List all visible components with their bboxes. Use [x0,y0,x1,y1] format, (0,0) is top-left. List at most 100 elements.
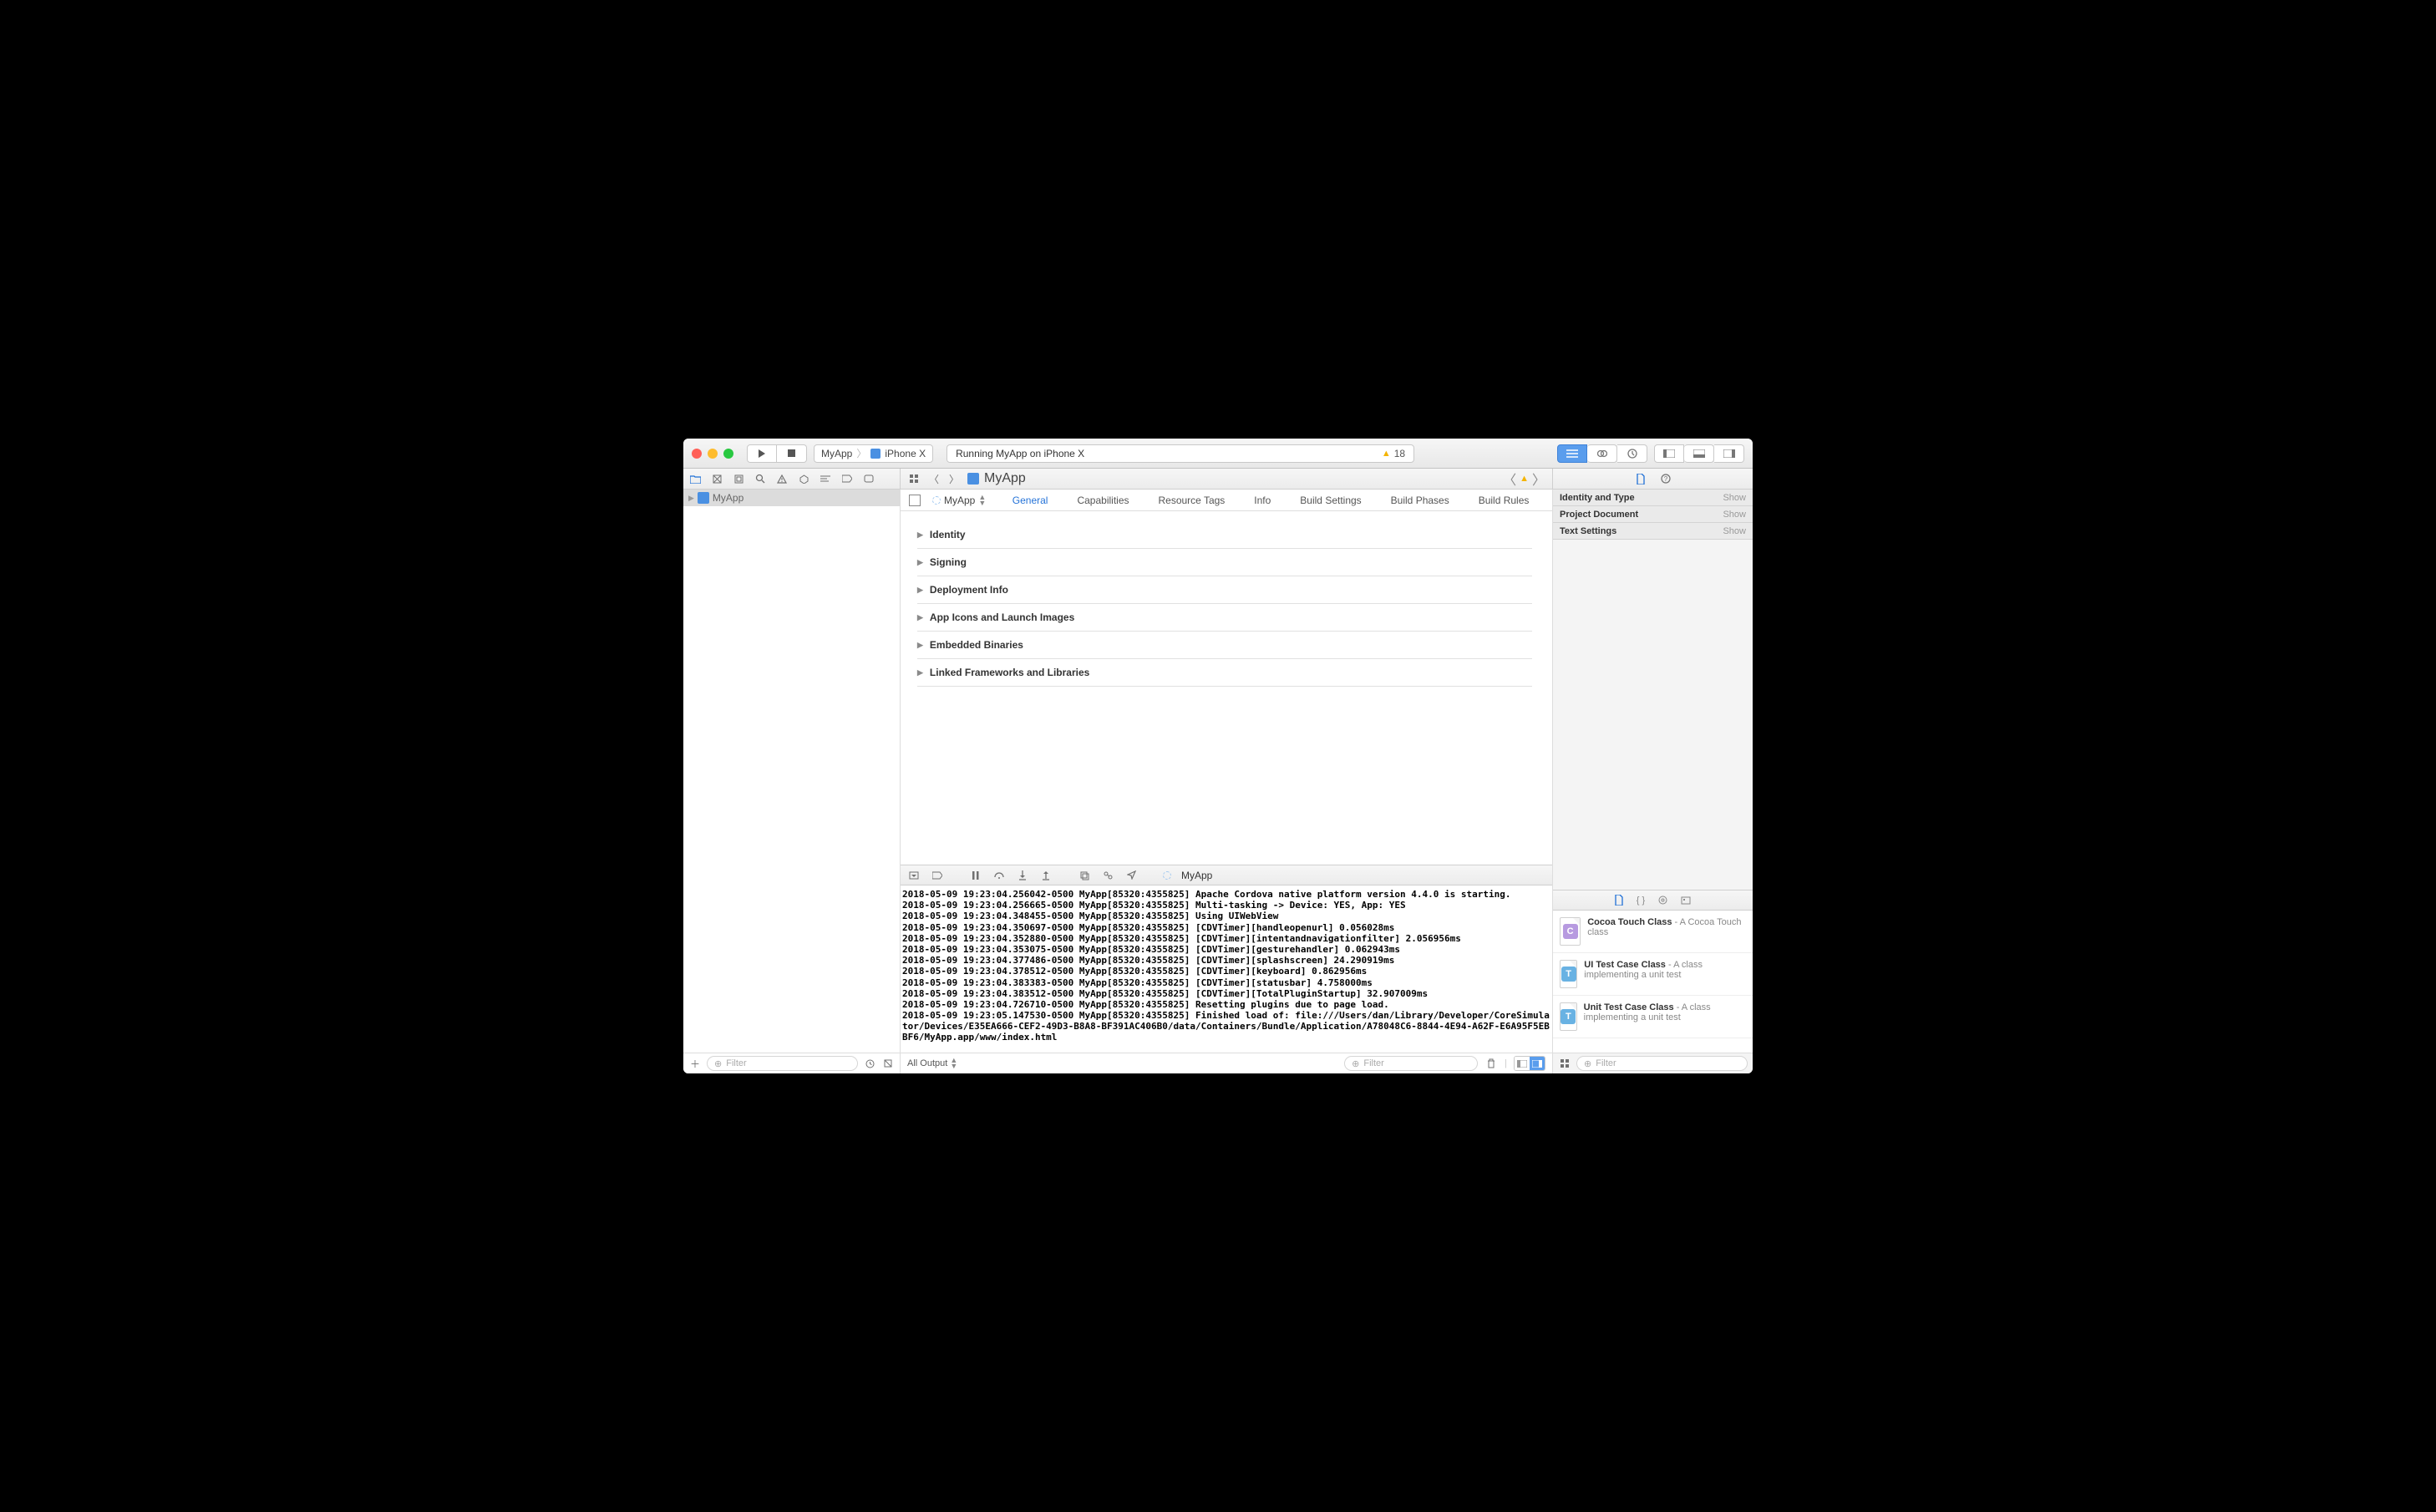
section-identity[interactable]: ▶Identity [917,521,1532,549]
toggle-debug-area-button[interactable] [1684,444,1714,463]
console-filter[interactable]: ⊕ Filter [1344,1056,1478,1071]
assistant-editor-button[interactable] [1587,444,1617,463]
library-item[interactable]: TUnit Test Case Class - A class implemen… [1553,996,1753,1038]
editor-tab-build-phases[interactable]: Build Phases [1391,495,1449,506]
zoom-window-button[interactable] [723,449,733,459]
minimize-window-button[interactable] [708,449,718,459]
hide-debug-icon[interactable] [907,869,921,882]
project-navigator-icon[interactable] [688,472,702,485]
disclosure-icon[interactable]: ▶ [917,558,923,567]
library-filter[interactable]: ⊕ Filter [1576,1056,1748,1071]
issue-indicator[interactable]: ▲ 18 [1382,448,1405,459]
prev-issue-icon[interactable]: 〈 [1503,469,1516,489]
breakpoint-navigator-icon[interactable] [840,472,854,485]
step-out-icon[interactable] [1039,869,1053,882]
template-icon: C [1560,917,1581,946]
related-items-icon[interactable] [907,472,921,485]
section-deployment-info[interactable]: ▶Deployment Info [917,576,1532,604]
section-title: Linked Frameworks and Libraries [930,667,1089,678]
scm-filter-icon[interactable] [881,1057,895,1070]
console-pane-icon[interactable] [1530,1057,1545,1070]
project-tree-root[interactable]: ▶ MyApp [683,490,900,506]
code-snippet-library-icon[interactable]: { } [1637,896,1645,906]
disclosure-icon[interactable]: ▶ [917,641,923,650]
version-editor-button[interactable] [1617,444,1647,463]
project-tree[interactable]: ▶ MyApp [683,490,900,1053]
breakpoints-toggle-icon[interactable] [931,869,944,882]
report-navigator-icon[interactable] [862,472,875,485]
variables-pane-icon[interactable] [1515,1057,1530,1070]
debug-memory-icon[interactable] [1101,869,1114,882]
toggle-inspector-button[interactable] [1714,444,1744,463]
editor-tab-build-settings[interactable]: Build Settings [1300,495,1361,506]
show-button[interactable]: Show [1723,493,1746,503]
disclosure-icon[interactable]: ▶ [688,494,694,503]
warning-count: 18 [1394,448,1405,459]
disclosure-icon[interactable]: ▶ [917,613,923,622]
clear-console-icon[interactable] [1484,1057,1498,1070]
inspector-section-project-document[interactable]: Project DocumentShow [1553,506,1753,523]
show-button[interactable]: Show [1723,526,1746,536]
show-button[interactable]: Show [1723,510,1746,520]
disclosure-icon[interactable]: ▶ [917,530,923,540]
library-grid-icon[interactable] [1558,1057,1571,1070]
titlebar: MyApp 〉 iPhone X Running MyApp on iPhone… [683,439,1753,469]
quick-help-inspector-icon[interactable]: ? [1659,472,1672,485]
library-item[interactable]: CCocoa Touch Class - A Cocoa Touch class [1553,911,1753,953]
jump-bar-right: 〈 ▲ 〉 [1503,469,1545,489]
section-embedded-binaries[interactable]: ▶Embedded Binaries [917,632,1532,659]
file-template-library-icon[interactable] [1615,895,1623,906]
editor-tab-general[interactable]: General [1012,495,1048,506]
object-library-icon[interactable] [1658,896,1667,905]
symbol-navigator-icon[interactable] [732,472,745,485]
console-scope-selector[interactable]: All Output ▲▼ [907,1058,957,1069]
console-pane-toggle[interactable] [1514,1056,1545,1071]
simulate-location-icon[interactable] [1124,869,1138,882]
find-navigator-icon[interactable] [754,472,767,485]
target-selector[interactable]: MyApp ▲▼ [924,495,994,506]
recent-filter-icon[interactable] [863,1057,876,1070]
section-linked-frameworks-and-libraries[interactable]: ▶ Linked Frameworks and Libraries [917,659,1532,687]
close-window-button[interactable] [692,449,702,459]
inspector-section-title: Text Settings [1560,526,1616,536]
back-button[interactable]: 〈 [927,472,941,485]
target-list-toggle[interactable] [909,495,921,506]
activity-status[interactable]: Running MyApp on iPhone X ▲ 18 [946,444,1414,463]
disclosure-icon[interactable]: ▶ [917,668,923,677]
jump-bar[interactable]: MyApp [967,471,1026,486]
inspector-section-identity-and-type[interactable]: Identity and TypeShow [1553,490,1753,506]
forward-button[interactable]: 〉 [947,472,961,485]
inspector-section-text-settings[interactable]: Text Settings Show [1553,523,1753,540]
add-button[interactable]: ＋ [688,1057,702,1070]
debug-process-name[interactable]: MyApp [1181,870,1212,881]
step-over-icon[interactable] [992,869,1006,882]
debug-navigator-icon[interactable] [819,472,832,485]
pause-icon[interactable] [969,869,982,882]
source-control-navigator-icon[interactable] [710,472,723,485]
test-navigator-icon[interactable] [797,472,810,485]
issue-navigator-icon[interactable] [775,472,789,485]
step-into-icon[interactable] [1016,869,1029,882]
disclosure-icon[interactable]: ▶ [917,586,923,595]
filter-icon: ⊕ [714,1058,722,1069]
library-list[interactable]: CCocoa Touch Class - A Cocoa Touch class… [1553,911,1753,1053]
run-button[interactable] [747,444,777,463]
toggle-navigator-button[interactable] [1654,444,1684,463]
scheme-selector[interactable]: MyApp 〉 iPhone X [814,444,933,463]
stop-button[interactable] [777,444,807,463]
debug-view-hierarchy-icon[interactable] [1078,869,1091,882]
editor-tab-capabilities[interactable]: Capabilities [1077,495,1129,506]
library-item[interactable]: TUI Test Case Class - A class implementi… [1553,953,1753,996]
navigator-filter[interactable]: ⊕ Filter [707,1056,858,1071]
console-output[interactable]: 2018-05-09 19:23:04.256042-0500 MyApp[85… [901,885,1552,1053]
file-inspector-icon[interactable] [1634,472,1647,485]
section-app-icons-and-launch-images[interactable]: ▶App Icons and Launch Images [917,604,1532,632]
editor-tab-resource-tags[interactable]: Resource Tags [1158,495,1225,506]
next-issue-icon[interactable]: 〉 [1532,469,1545,489]
editor-tab-info[interactable]: Info [1254,495,1271,506]
section-signing[interactable]: ▶Signing [917,549,1532,576]
editor-tab-build-rules[interactable]: Build Rules [1479,495,1530,506]
standard-editor-button[interactable] [1557,444,1587,463]
filter-icon: ⊕ [1352,1058,1359,1069]
media-library-icon[interactable] [1681,896,1691,905]
